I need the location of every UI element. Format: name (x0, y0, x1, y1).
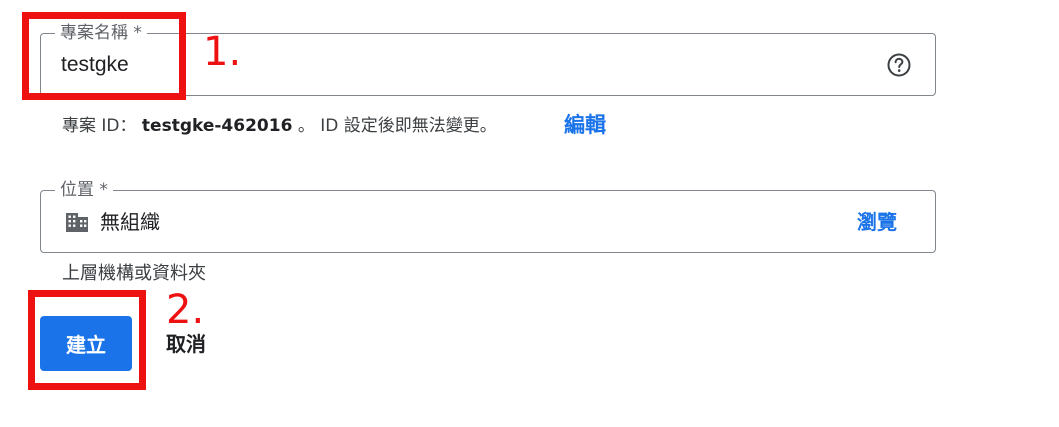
edit-project-id-link[interactable]: 編輯 (564, 110, 606, 140)
project-name-field[interactable]: 專案名稱 * (40, 23, 936, 96)
organization-icon (65, 210, 89, 234)
location-label: 位置 * (55, 180, 113, 200)
project-name-label: 專案名稱 * (55, 23, 147, 43)
project-id-helper: 專案 ID： testgke-462016 。 ID 設定後即無法變更。 (62, 114, 497, 138)
cancel-button[interactable]: 取消 (166, 330, 206, 358)
project-id-prefix: 專案 ID： (62, 116, 137, 136)
help-circle-icon[interactable] (886, 52, 912, 78)
create-button[interactable]: 建立 (40, 316, 132, 371)
browse-button[interactable]: 瀏覽 (857, 209, 897, 235)
project-id-value: testgke-462016 (141, 116, 293, 136)
location-value: 無組織 (100, 210, 160, 234)
project-id-suffix: 。 ID 設定後即無法變更。 (297, 116, 497, 136)
location-field[interactable]: 位置 * 無組織 瀏覽 (40, 180, 936, 253)
location-hint: 上層機構或資料夾 (62, 263, 206, 284)
annotation-step-2: 2. (166, 287, 205, 333)
project-name-input[interactable] (61, 52, 332, 78)
